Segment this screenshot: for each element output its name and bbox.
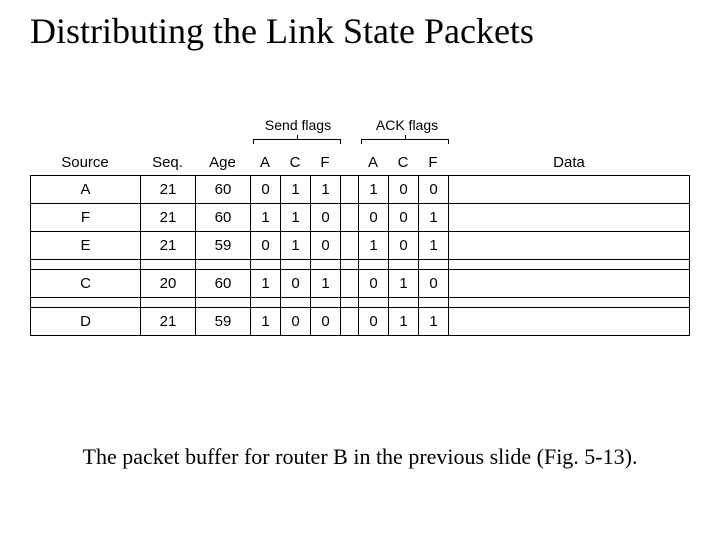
table-row: E2159010101 <box>31 232 690 260</box>
table-cell: 1 <box>281 232 311 260</box>
table-cell <box>341 270 359 298</box>
table-cell <box>449 176 690 204</box>
table-cell: 1 <box>389 270 419 298</box>
table-cell: 21 <box>141 308 196 336</box>
table-cell <box>449 270 690 298</box>
page-title: Distributing the Link State Packets <box>0 0 720 52</box>
table-cell: 0 <box>251 176 281 204</box>
table-cell: 1 <box>281 204 311 232</box>
table-cell <box>449 232 690 260</box>
table-cell: 1 <box>389 308 419 336</box>
header-ack-f: F <box>418 154 448 175</box>
table-cell: 21 <box>141 204 196 232</box>
table-cell: 1 <box>419 308 449 336</box>
header-source: Source <box>30 154 140 175</box>
table-cell: 0 <box>419 176 449 204</box>
header-send-c: C <box>280 154 310 175</box>
table-cell: 1 <box>311 270 341 298</box>
table-row: A2160011100 <box>31 176 690 204</box>
table-cell <box>449 308 690 336</box>
table-cell: 60 <box>196 204 251 232</box>
table-cell: 0 <box>389 204 419 232</box>
table-cell: 0 <box>389 232 419 260</box>
header-age: Age <box>195 154 250 175</box>
table-cell: 1 <box>281 176 311 204</box>
table-cell: 1 <box>251 308 281 336</box>
table-cell: 0 <box>251 232 281 260</box>
header-send-f: F <box>310 154 340 175</box>
table-cell: 0 <box>311 204 341 232</box>
table-cell: 1 <box>251 270 281 298</box>
header-ack-c: C <box>388 154 418 175</box>
table-cell <box>449 204 690 232</box>
table-header-row: Source Seq. Age A C F A C F Data <box>30 125 690 175</box>
table-cell: 1 <box>419 204 449 232</box>
table-row: D2159100011 <box>31 308 690 336</box>
figure-caption: The packet buffer for router B in the pr… <box>0 444 720 470</box>
table-cell: 0 <box>419 270 449 298</box>
table-cell: 60 <box>196 270 251 298</box>
table-cell: 0 <box>281 308 311 336</box>
header-seq: Seq. <box>140 154 195 175</box>
table-cell: 0 <box>389 176 419 204</box>
header-ack-a: A <box>358 154 388 175</box>
table-cell: C <box>31 270 141 298</box>
table-cell: 1 <box>359 176 389 204</box>
header-data: Data <box>448 154 690 175</box>
table-cell: 0 <box>359 308 389 336</box>
table-cell: F <box>31 204 141 232</box>
table-cell: D <box>31 308 141 336</box>
table-spacer <box>31 260 690 270</box>
table-cell <box>341 308 359 336</box>
table-cell: 0 <box>311 308 341 336</box>
table-cell: 59 <box>196 232 251 260</box>
table-cell <box>341 204 359 232</box>
table-row: F2160110001 <box>31 204 690 232</box>
packet-buffer-table: A2160011100F2160110001E2159010101C206010… <box>30 175 690 336</box>
table-cell: 0 <box>281 270 311 298</box>
table-cell: 21 <box>141 176 196 204</box>
table-cell: 1 <box>251 204 281 232</box>
table-cell: 20 <box>141 270 196 298</box>
table-cell: 60 <box>196 176 251 204</box>
table-cell: E <box>31 232 141 260</box>
table-spacer <box>31 298 690 308</box>
table-cell: 1 <box>419 232 449 260</box>
table-cell: 21 <box>141 232 196 260</box>
packet-buffer-figure: Send flags ACK flags Source Seq. Age A C… <box>30 125 690 336</box>
table-cell: 0 <box>359 204 389 232</box>
table-cell: 59 <box>196 308 251 336</box>
header-send-a: A <box>250 154 280 175</box>
table-cell: 1 <box>311 176 341 204</box>
table-cell: 1 <box>359 232 389 260</box>
table-cell <box>341 232 359 260</box>
table-cell: A <box>31 176 141 204</box>
table-cell: 0 <box>311 232 341 260</box>
table-cell <box>341 176 359 204</box>
table-cell: 0 <box>359 270 389 298</box>
table-row: C2060101010 <box>31 270 690 298</box>
